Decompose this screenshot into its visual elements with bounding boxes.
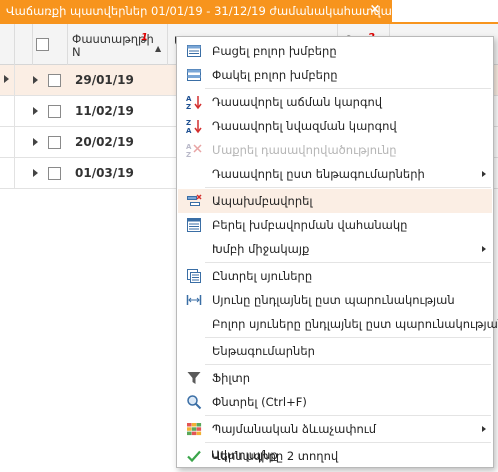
clear-sorting-icon: A Z [186, 143, 202, 158]
row-divider [14, 65, 15, 95]
menu-item-label: Մաքրել դասավորվածությունը [212, 143, 397, 157]
conditional-format-icon [187, 423, 202, 436]
submenu-arrow-icon [482, 171, 486, 177]
expand-row-icon[interactable] [33, 107, 38, 115]
row-divider [14, 127, 15, 157]
menu-item-label: Սյունը ընդլայնել ըստ պարունակության [212, 293, 455, 307]
submenu-arrow-icon [482, 426, 486, 432]
menu-item-label: Ֆիլտր [212, 371, 250, 385]
expand-row-icon[interactable] [33, 76, 38, 84]
menu-item-filter[interactable]: Ֆիլտր [178, 366, 492, 390]
best-fit-icon [186, 295, 202, 305]
submenu-arrow-icon [482, 246, 486, 252]
menu-item-clear-sorting: A Z Մաքրել դասավորվածությունը [178, 138, 492, 162]
menu-item-group-interval[interactable]: Խմբի միջակայք [178, 237, 492, 261]
menu-item-label: Խմբի միջակայք [212, 242, 310, 256]
menu-separator [205, 337, 491, 338]
menu-item-column-chooser[interactable]: Ընտրել սյուները [178, 264, 492, 288]
menu-item-search[interactable]: Փնտրել (Ctrl+F) [178, 390, 492, 414]
menu-item-label: Ենթագումարներ [212, 344, 315, 358]
menu-item-label: Ընտրել սյուները [212, 269, 313, 283]
sort-descending-icon: Z A [186, 119, 202, 134]
collapse-groups-icon [187, 69, 201, 81]
row-checkbox[interactable] [48, 136, 61, 149]
menu-item-label: Պայմանական ձևաչափում [212, 422, 377, 436]
menu-item-sort-ascending[interactable]: A Z Դասավորել աճման կարգով [178, 90, 492, 114]
row-checkbox[interactable] [48, 167, 61, 180]
menu-item-sort-descending[interactable]: Z A Դասավորել նվազման կարգով [178, 114, 492, 138]
expand-row-icon[interactable] [33, 138, 38, 146]
menu-item-ungroup[interactable]: Ապախմբավորել [178, 189, 492, 213]
menu-item-label: Բերել խմբավորման վահանակը [212, 218, 408, 232]
menu-item-label: Փակել բոլոր խմբերը [212, 68, 338, 82]
menu-item-sort-by-summary[interactable]: Դասավորել ըստ ենթագումարների [178, 162, 492, 186]
menu-item-auto-width[interactable]: Ավտոլայնք [177, 443, 491, 467]
menu-item-label: Ավտոլայնք [211, 448, 278, 462]
expand-groups-icon [187, 45, 201, 57]
menu-separator [205, 187, 491, 188]
header-indicator-cell [0, 24, 15, 65]
sort-ascending-icon: A Z [186, 95, 202, 110]
menu-item-label: Ապախմբավորել [212, 194, 313, 208]
menu-item-expand-all-groups[interactable]: Բացել բոլոր խմբերը [178, 39, 492, 63]
column-sort-order-badge: 1 [141, 32, 148, 43]
row-date: 20/02/19 [75, 135, 134, 149]
menu-item-label: Բոլոր սյուները ընդլայնել ըստ պարունակութ… [212, 317, 498, 331]
menu-separator [205, 88, 491, 89]
menu-item-best-fit-column[interactable]: Սյունը ընդլայնել ըստ պարունակության [178, 288, 492, 312]
svg-text:A: A [186, 95, 192, 103]
svg-text:Z: Z [186, 151, 191, 158]
header-select-cell [33, 24, 68, 65]
menu-item-label: Բացել բոլոր խմբերը [212, 44, 337, 58]
svg-text:A: A [186, 143, 192, 151]
row-date: 01/03/19 [75, 166, 134, 180]
menu-separator [205, 364, 491, 365]
menu-item-label: Փնտրել (Ctrl+F) [212, 395, 307, 409]
menu-separator [205, 415, 491, 416]
row-divider [14, 158, 15, 188]
expand-row-icon[interactable] [33, 169, 38, 177]
row-checkbox[interactable] [48, 74, 61, 87]
header-expander-cell [15, 24, 33, 65]
menu-item-summaries[interactable]: Ենթագումարներ [178, 339, 492, 363]
menu-item-label: Դասավորել ըստ ենթագումարների [212, 167, 425, 181]
tab-title: Վաճառքի պատվերներ 01/01/19 - 31/12/19 ժա… [6, 4, 392, 18]
tab-close-icon[interactable]: × [368, 3, 382, 17]
row-divider [14, 96, 15, 126]
menu-item-conditional-formatting[interactable]: Պայմանական ձևաչափում [178, 417, 492, 441]
column-header-doc-number-label: Փաստաթղթի N [72, 32, 154, 59]
filter-icon [187, 372, 201, 384]
current-row-indicator-icon [4, 75, 9, 83]
select-all-checkbox[interactable] [36, 38, 49, 51]
sort-ascending-icon: ▲ [155, 44, 162, 53]
menu-item-label: Դասավորել նվազման կարգով [212, 119, 397, 133]
row-date: 11/02/19 [75, 104, 134, 118]
menu-item-best-fit-all-columns[interactable]: Բոլոր սյուները ընդլայնել ըստ պարունակութ… [178, 312, 498, 336]
menu-item-show-group-panel[interactable]: Բերել խմբավորման վահանակը [178, 213, 492, 237]
row-checkbox[interactable] [48, 105, 61, 118]
row-date: 29/01/19 [75, 73, 134, 87]
column-chooser-icon [187, 269, 201, 283]
menu-separator [205, 262, 491, 263]
active-tab[interactable]: Վաճառքի պատվերներ 01/01/19 - 31/12/19 ժա… [0, 0, 392, 22]
document-tab-bar: Վաճառքի պատվերներ 01/01/19 - 31/12/19 ժա… [0, 0, 498, 24]
svg-text:Z: Z [186, 103, 191, 110]
svg-text:Z: Z [186, 119, 191, 127]
search-icon [187, 395, 202, 410]
group-panel-icon [187, 218, 201, 232]
column-context-menu: Բացել բոլոր խմբերը Փակել բոլոր խմբերը A … [176, 36, 498, 468]
ungroup-icon [187, 194, 202, 206]
svg-text:A: A [186, 127, 192, 134]
menu-item-label: Դասավորել աճման կարգով [212, 95, 383, 109]
menu-item-collapse-all-groups[interactable]: Փակել բոլոր խմբերը [178, 63, 492, 87]
